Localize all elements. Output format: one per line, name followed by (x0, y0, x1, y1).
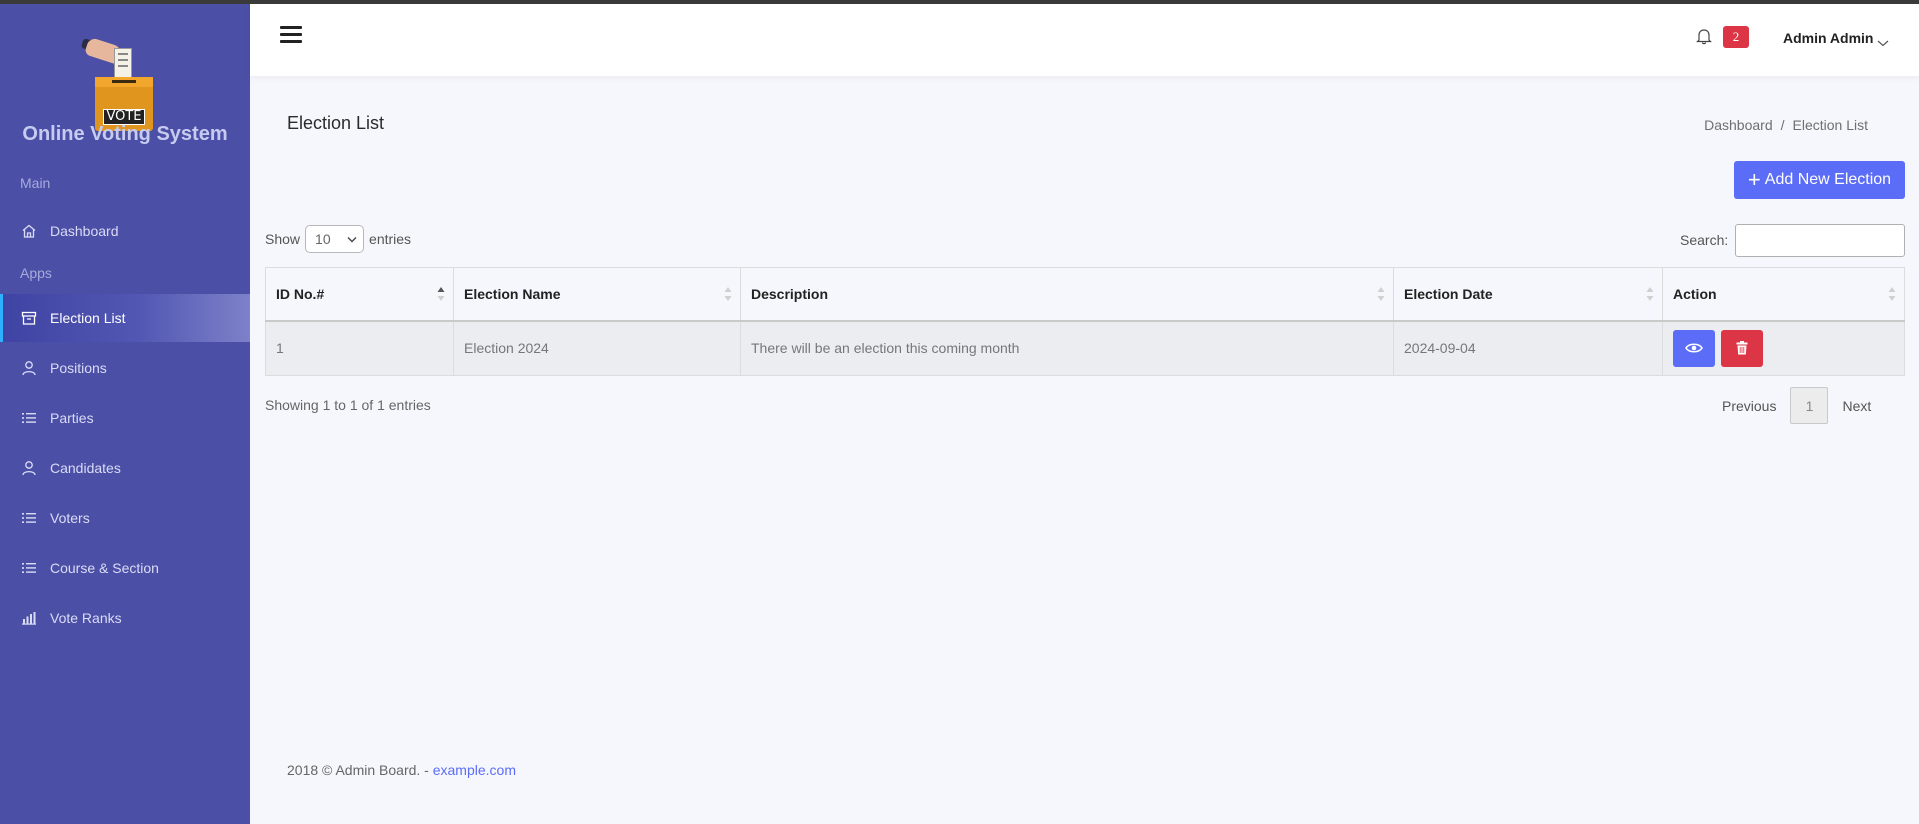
list-icon (20, 409, 38, 427)
sidebar-item-parties[interactable]: Parties (0, 394, 250, 442)
sidebar-item-label: Election List (50, 310, 126, 326)
menu-toggle-icon[interactable] (280, 26, 302, 46)
page-button-1[interactable]: 1 (1790, 387, 1829, 424)
footer-link[interactable]: example.com (433, 762, 516, 778)
entries-select[interactable]: 10 (305, 225, 365, 253)
sidebar-item-election-list[interactable]: Election List (0, 294, 250, 342)
delete-election-button[interactable] (1720, 329, 1763, 367)
sidebar-item-label: Candidates (50, 460, 121, 476)
top-header: 2 Admin Admin (250, 4, 1919, 76)
eye-icon (1685, 343, 1703, 353)
column-header-label: Action (1673, 285, 1717, 302)
add-new-election-label: Add New Election (1764, 171, 1892, 188)
pagination: Previous 1 Next (1722, 387, 1871, 424)
column-header-action[interactable]: Action (1662, 267, 1905, 322)
app-title: Online Voting System (22, 123, 228, 145)
previous-page-button[interactable]: Previous (1722, 398, 1776, 414)
user-menu[interactable]: Admin Admin (1783, 30, 1889, 47)
bell-icon[interactable] (1696, 27, 1714, 47)
sort-icon (1888, 287, 1896, 301)
column-header-election-date[interactable]: Election Date (1393, 267, 1663, 322)
cell-id: 1 (265, 320, 454, 376)
sidebar-item-course-section[interactable]: Course & Section (0, 544, 250, 592)
show-label: Show (265, 231, 301, 247)
entries-label: entries (369, 231, 412, 247)
entries-length-control: Show 10 entries (265, 225, 411, 253)
list-icon (20, 559, 38, 577)
cell-election-name: Election 2024 (453, 320, 741, 376)
sort-icon (724, 287, 732, 301)
sidebar-item-vote-ranks[interactable]: Vote Ranks (0, 594, 250, 642)
sidebar-section-main: Main (20, 175, 51, 191)
cell-description: There will be an election this coming mo… (740, 320, 1394, 376)
app-logo: VOTE (0, 22, 250, 131)
window-top-border (0, 0, 1919, 4)
user-icon (20, 359, 38, 377)
column-header-election-name[interactable]: Election Name (453, 267, 741, 322)
sidebar-item-dashboard[interactable]: Dashboard (0, 207, 250, 255)
page-title: Election List (287, 113, 385, 133)
add-new-election-button[interactable]: + Add New Election (1734, 161, 1905, 199)
entries-select-value: 10 (315, 231, 331, 247)
sort-icon (1646, 287, 1654, 301)
cell-actions (1662, 320, 1905, 376)
user-name: Admin Admin (1783, 30, 1874, 46)
search-input[interactable] (1735, 224, 1905, 257)
column-header-id[interactable]: ID No.# (265, 267, 454, 322)
chevron-down-icon (1877, 34, 1889, 47)
column-header-label: ID No.# (276, 285, 325, 302)
sidebar-item-voters[interactable]: Voters (0, 494, 250, 542)
cell-election-date: 2024-09-04 (1393, 320, 1663, 376)
breadcrumb-separator: / (1780, 117, 1785, 133)
sidebar-item-label: Course & Section (50, 560, 159, 576)
bar-chart-icon (20, 609, 38, 627)
footer: 2018 © Admin Board. - example.com (287, 762, 516, 778)
plus-icon: + (1747, 167, 1761, 192)
breadcrumb-current: Election List (1792, 117, 1868, 133)
search-label: Search: (1680, 232, 1729, 248)
breadcrumb: Dashboard / Election List (1704, 117, 1868, 133)
view-election-button[interactable] (1673, 329, 1715, 367)
sidebar-item-label: Voters (50, 510, 90, 526)
breadcrumb-dashboard[interactable]: Dashboard (1704, 117, 1773, 133)
sidebar-item-label: Vote Ranks (50, 610, 122, 626)
column-header-description[interactable]: Description (740, 267, 1394, 322)
column-header-label: Description (751, 285, 829, 302)
column-header-label: Election Name (464, 285, 561, 302)
sidebar-item-label: Dashboard (50, 223, 119, 239)
election-table: ID No.# Election Name Description Electi… (265, 267, 1905, 376)
sort-asc-icon (437, 287, 445, 301)
sidebar-item-label: Parties (50, 410, 94, 426)
user-icon (20, 459, 38, 477)
sidebar: VOTE Online Voting System Main Dashboard… (0, 4, 250, 824)
sort-icon (1377, 287, 1385, 301)
notification-badge[interactable]: 2 (1723, 26, 1749, 48)
table-info: Showing 1 to 1 of 1 entries (265, 397, 431, 413)
sidebar-item-candidates[interactable]: Candidates (0, 444, 250, 492)
table-header-row: ID No.# Election Name Description Electi… (265, 267, 1905, 322)
sidebar-item-label: Positions (50, 360, 107, 376)
home-icon (20, 222, 38, 240)
sidebar-item-positions[interactable]: Positions (0, 344, 250, 392)
next-page-button[interactable]: Next (1842, 398, 1871, 414)
chevron-down-icon (347, 237, 357, 243)
footer-text: 2018 © Admin Board. - (287, 762, 433, 778)
trash-icon (1736, 341, 1748, 355)
archive-box-icon (20, 309, 38, 327)
table-row: 1 Election 2024 There will be an electio… (265, 320, 1905, 376)
sidebar-section-apps: Apps (20, 265, 52, 281)
column-header-label: Election Date (1404, 285, 1493, 302)
list-icon (20, 509, 38, 527)
